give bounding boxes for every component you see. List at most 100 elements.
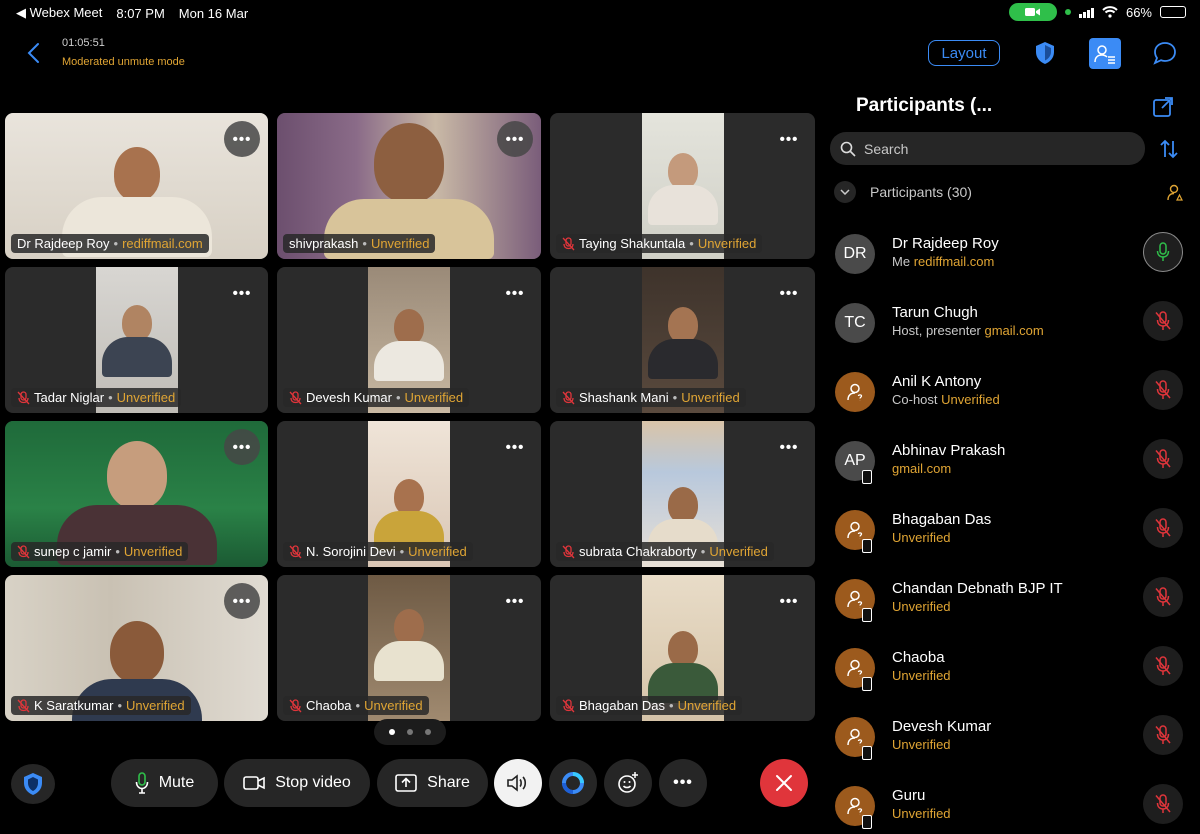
video-tile[interactable]: ••• Chaoba • Unverified [277,575,541,721]
participant-detail: Unverified [892,806,951,821]
guest-user-icon [847,797,863,815]
page-dot[interactable] [425,729,431,735]
tile-more-button[interactable]: ••• [771,429,807,465]
chat-icon[interactable] [1152,40,1178,66]
lobby-icon[interactable] [1166,184,1184,202]
video-tile[interactable]: ••• shivprakash • Unverified [277,113,541,259]
video-tile[interactable]: ••• Bhagaban Das • Unverified [550,575,815,721]
tile-more-button[interactable]: ••• [224,121,260,157]
participant-mic-muted-button[interactable] [1143,439,1183,479]
unmute-mode-label: Moderated unmute mode [62,56,185,68]
tile-more-button[interactable]: ••• [224,583,260,619]
tile-more-button[interactable]: ••• [224,275,260,311]
audio-output-button[interactable] [494,759,542,807]
security-shield-icon[interactable] [1034,40,1056,66]
camera-in-use-icon [1008,3,1057,21]
back-to-app-link[interactable]: ◀ Webex Meet [16,5,102,21]
reactions-button[interactable] [604,759,652,807]
sort-icon[interactable] [1158,138,1180,160]
video-tile[interactable]: ••• Taying Shakuntala • Unverified [550,113,815,259]
participant-mic-button[interactable] [1143,232,1183,272]
video-tile[interactable]: ••• subrata Chakraborty • Unverified [550,421,815,567]
tile-more-button[interactable]: ••• [497,275,533,311]
webex-assistant-button[interactable] [549,759,597,807]
security-shield-icon [24,773,42,795]
layout-button[interactable]: Layout [928,40,1000,66]
page-dot[interactable] [407,729,413,735]
page-indicator[interactable] [374,719,446,745]
mic-muted-icon [1155,380,1171,399]
mic-muted-icon [289,698,302,712]
participant-subtitle: Host, presenter gmail.com [892,323,1044,338]
participant-name: Devesh Kumar [892,718,992,735]
tile-name-tag: shivprakash • Unverified [283,234,436,253]
video-tile[interactable]: ••• Devesh Kumar • Unverified [277,267,541,413]
participant-row[interactable]: Devesh Kumar Unverified [834,708,1200,777]
security-button[interactable] [11,764,55,804]
participant-mic-muted-button[interactable] [1143,577,1183,617]
participant-list: DR Dr Rajdeep Roy Me rediffmail.com TC Tarun… [834,225,1200,834]
participant-row[interactable]: Chaoba Unverified [834,639,1200,708]
page-dot-active[interactable] [389,729,395,735]
participant-row[interactable]: TC Tarun Chugh Host, presenter gmail.com [834,294,1200,363]
participant-row[interactable]: Guru Unverified [834,777,1200,834]
leave-meeting-button[interactable] [760,759,808,807]
video-tile[interactable]: ••• Dr Rajdeep Roy • rediffmail.com [5,113,268,259]
close-icon [776,775,792,791]
participants-icon [1094,44,1115,64]
video-tile[interactable]: ••• Tadar Niglar • Unverified [5,267,268,413]
participant-row[interactable]: AP Abhinav Prakash gmail.com [834,432,1200,501]
battery-icon [1160,6,1186,18]
video-tile[interactable]: ••• sunep c jamir • Unverified [5,421,268,567]
participant-row[interactable]: Anil K Antony Co-host Unverified [834,363,1200,432]
search-icon [840,141,856,157]
participants-toggle-button[interactable] [1089,38,1121,69]
tile-name-tag: Dr Rajdeep Roy • rediffmail.com [11,234,209,253]
tile-more-button[interactable]: ••• [771,583,807,619]
popout-icon[interactable] [1152,96,1174,118]
meeting-timer: 01:05:51 [62,37,105,49]
participant-mic-muted-button[interactable] [1143,508,1183,548]
participant-subtitle: Co-host Unverified [892,392,1000,407]
participant-search[interactable] [830,132,1145,165]
mic-muted-icon [289,544,302,558]
participant-mic-muted-button[interactable] [1143,370,1183,410]
tile-more-button[interactable]: ••• [497,429,533,465]
participants-group-header[interactable]: Participants (30) [834,181,972,203]
more-options-button[interactable]: ••• [659,759,707,807]
share-button[interactable]: Share [377,759,488,807]
tile-name-tag: Devesh Kumar • Unverified [283,388,470,407]
participant-subtitle: Unverified [892,668,951,683]
tile-more-button[interactable]: ••• [497,583,533,619]
share-screen-icon [395,774,417,792]
participant-detail: Unverified [892,737,951,752]
tile-name-tag: Tadar Niglar • Unverified [11,388,182,407]
participant-mic-muted-button[interactable] [1143,301,1183,341]
stop-video-button[interactable]: Stop video [224,759,370,807]
participant-mic-muted-button[interactable] [1143,784,1183,824]
back-chevron-icon[interactable] [22,40,46,66]
video-tile[interactable]: ••• Shashank Mani • Unverified [550,267,815,413]
status-bar: ◀ Webex Meet 8:07 PM Mon 16 Mar 66% [0,0,1200,24]
webex-logo-icon [562,772,584,794]
participant-subtitle: Me rediffmail.com [892,254,994,269]
participant-row[interactable]: DR Dr Rajdeep Roy Me rediffmail.com [834,225,1200,294]
video-tile[interactable]: ••• K Saratkumar • Unverified [5,575,268,721]
tile-more-button[interactable]: ••• [497,121,533,157]
tile-more-button[interactable]: ••• [224,429,260,465]
tile-more-button[interactable]: ••• [771,275,807,311]
microphone-icon [135,772,149,794]
chevron-down-icon[interactable] [834,181,856,203]
mute-button[interactable]: Mute [111,759,218,807]
search-input[interactable] [864,140,1124,157]
mic-muted-icon [562,698,575,712]
mobile-device-icon [862,815,872,829]
participant-mic-muted-button[interactable] [1143,646,1183,686]
participant-row[interactable]: Chandan Debnath BJP IT Unverified [834,570,1200,639]
tile-name-tag: Bhagaban Das • Unverified [556,696,743,715]
participant-row[interactable]: Bhagaban Das Unverified [834,501,1200,570]
video-grid: ••• Dr Rajdeep Roy • rediffmail.com ••• … [5,113,815,721]
participant-mic-muted-button[interactable] [1143,715,1183,755]
tile-more-button[interactable]: ••• [771,121,807,157]
video-tile[interactable]: ••• N. Sorojini Devi • Unverified [277,421,541,567]
